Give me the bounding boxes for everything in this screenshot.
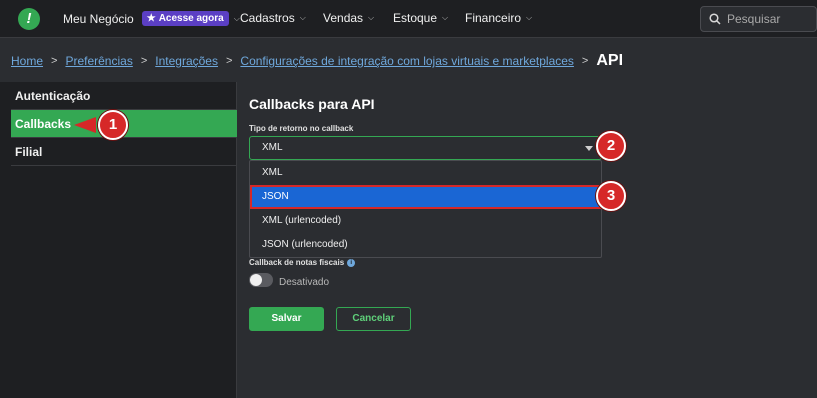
- business-label: Meu Negócio: [63, 11, 134, 26]
- breadcrumb-home[interactable]: Home: [11, 54, 43, 68]
- breadcrumb-preferencias[interactable]: Preferências: [65, 54, 132, 68]
- page-title: API: [596, 52, 624, 69]
- nav-label: Estoque: [393, 11, 438, 25]
- nav-cadastros[interactable]: Cadastros ⌵: [240, 11, 306, 25]
- nav-estoque[interactable]: Estoque ⌵: [393, 11, 448, 25]
- sidebar-item-autenticacao[interactable]: Autenticação: [11, 82, 237, 110]
- step-marker-1: 1: [98, 110, 128, 140]
- logo-icon[interactable]: !: [18, 8, 40, 30]
- nav-financeiro[interactable]: Financeiro ⌵: [465, 11, 532, 25]
- chevron-down-icon: ⌵: [368, 13, 375, 22]
- option-xml[interactable]: XML: [250, 161, 601, 185]
- nav-vendas[interactable]: Vendas ⌵: [323, 11, 374, 25]
- option-json[interactable]: JSON: [250, 185, 601, 209]
- option-json-urlencoded[interactable]: JSON (urlencoded): [250, 233, 601, 257]
- nav-label: Vendas: [323, 11, 364, 25]
- save-button[interactable]: Salvar: [249, 307, 324, 331]
- search-input[interactable]: [727, 12, 807, 26]
- chevron-right-icon: >: [581, 55, 589, 67]
- invoice-callback-label: Callback de notas fiscais i: [249, 258, 356, 267]
- business-menu[interactable]: Meu Negócio ★ Acesse agora ⌵: [63, 11, 240, 26]
- access-badge[interactable]: ★ Acesse agora: [141, 11, 229, 26]
- invoice-callback-toggle[interactable]: [249, 273, 273, 287]
- toggle-status-label: Desativado: [279, 277, 330, 288]
- marker-pointer-arrow: [74, 117, 96, 133]
- star-icon: ★: [146, 13, 156, 24]
- badge-label: Acesse agora: [158, 13, 224, 24]
- chevron-down-icon: ⌵: [299, 13, 306, 22]
- search-icon: [709, 13, 721, 25]
- breadcrumb: Home > Preferências > Integrações > Conf…: [11, 52, 623, 70]
- chevron-down-icon: ⌵: [442, 13, 449, 22]
- select-value: XML: [262, 142, 283, 153]
- callback-type-label: Tipo de retorno no callback: [249, 124, 354, 133]
- info-icon[interactable]: i: [347, 258, 356, 267]
- callback-type-select[interactable]: XML: [249, 136, 602, 160]
- step-marker-2: 2: [596, 131, 626, 161]
- cancel-button[interactable]: Cancelar: [336, 307, 411, 331]
- step-marker-3: 3: [596, 181, 626, 211]
- breadcrumb-configuracoes[interactable]: Configurações de integração com lojas vi…: [240, 54, 574, 68]
- search-box[interactable]: [700, 6, 817, 32]
- option-xml-urlencoded[interactable]: XML (urlencoded): [250, 209, 601, 233]
- callback-type-dropdown: XML JSON XML (urlencoded) JSON (urlencod…: [249, 160, 602, 258]
- top-bar: ! Meu Negócio ★ Acesse agora ⌵ Cadastros…: [0, 0, 817, 38]
- nav-label: Financeiro: [465, 11, 522, 25]
- chevron-right-icon: >: [51, 55, 58, 67]
- chevron-right-icon: >: [225, 55, 233, 67]
- chevron-down-icon: ⌵: [526, 13, 533, 22]
- chevron-right-icon: >: [140, 55, 148, 67]
- breadcrumb-integracoes[interactable]: Integrações: [155, 54, 218, 68]
- chevron-down-icon: ⌵: [233, 13, 240, 23]
- caret-down-icon: [585, 146, 593, 151]
- invoice-callback-text: Callback de notas fiscais: [249, 258, 345, 267]
- toggle-knob: [250, 274, 262, 286]
- nav-label: Cadastros: [240, 11, 295, 25]
- sidebar-item-filial[interactable]: Filial: [11, 138, 237, 166]
- section-title: Callbacks para API: [249, 96, 375, 112]
